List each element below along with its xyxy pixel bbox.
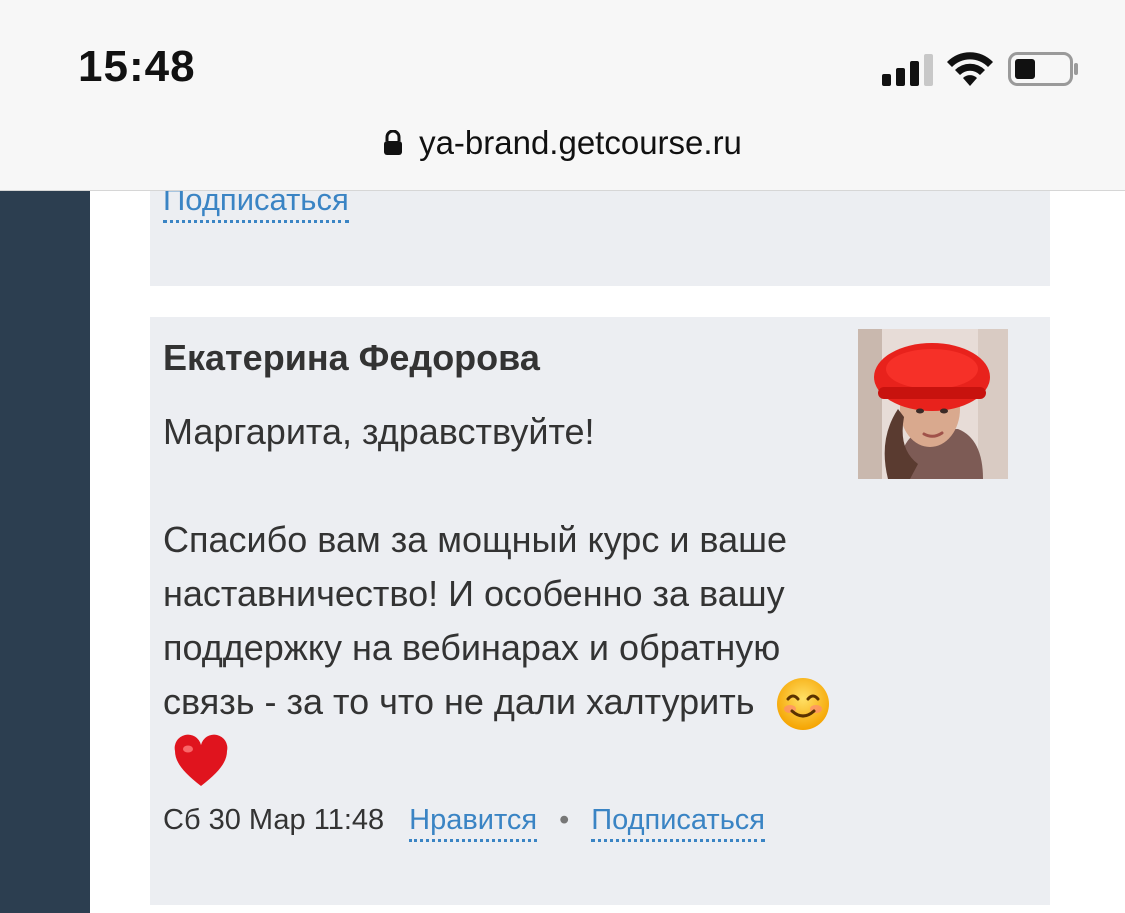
comment-body-text: Спасибо вам за мощный курс и ваше настав… <box>163 519 788 722</box>
comment-meta: Сб 30 Мар 11:48 Нравится • Подписаться <box>163 804 766 842</box>
address-bar[interactable]: ya-brand.getcourse.ru <box>0 118 1125 168</box>
previous-comment-card: Подписаться <box>150 182 1050 286</box>
comment-author[interactable]: Екатерина Федорова <box>163 337 540 379</box>
red-heart-icon <box>174 734 228 786</box>
avatar-image <box>858 329 1008 479</box>
author-avatar[interactable] <box>858 329 1008 479</box>
comments-area: Подписаться Екатерина Федорова Маргарита… <box>90 182 1125 913</box>
comment-greeting: Маргарита, здравствуйте! <box>163 411 595 452</box>
comment-card: Екатерина Федорова Маргарита, здравствуй… <box>150 317 1050 905</box>
status-time: 15:48 <box>78 42 196 91</box>
meta-separator: • <box>559 804 570 836</box>
browser-status-bar: 15:48 ya-brand.getcourse.ru <box>0 0 1125 191</box>
battery-icon <box>1008 52 1078 86</box>
lock-icon <box>384 130 403 155</box>
left-sidebar <box>0 190 90 913</box>
wifi-icon <box>947 52 993 86</box>
cellular-signal-icon <box>882 52 934 86</box>
comment-date: Сб 30 Мар 11:48 <box>163 804 385 836</box>
like-link[interactable]: Нравится <box>409 804 538 842</box>
smiling-face-icon <box>776 678 829 731</box>
comment-body: Маргарита, здравствуйте! Спасибо вам за … <box>163 405 853 790</box>
subscribe-link[interactable]: Подписаться <box>591 804 766 842</box>
url-text: ya-brand.getcourse.ru <box>419 124 742 161</box>
